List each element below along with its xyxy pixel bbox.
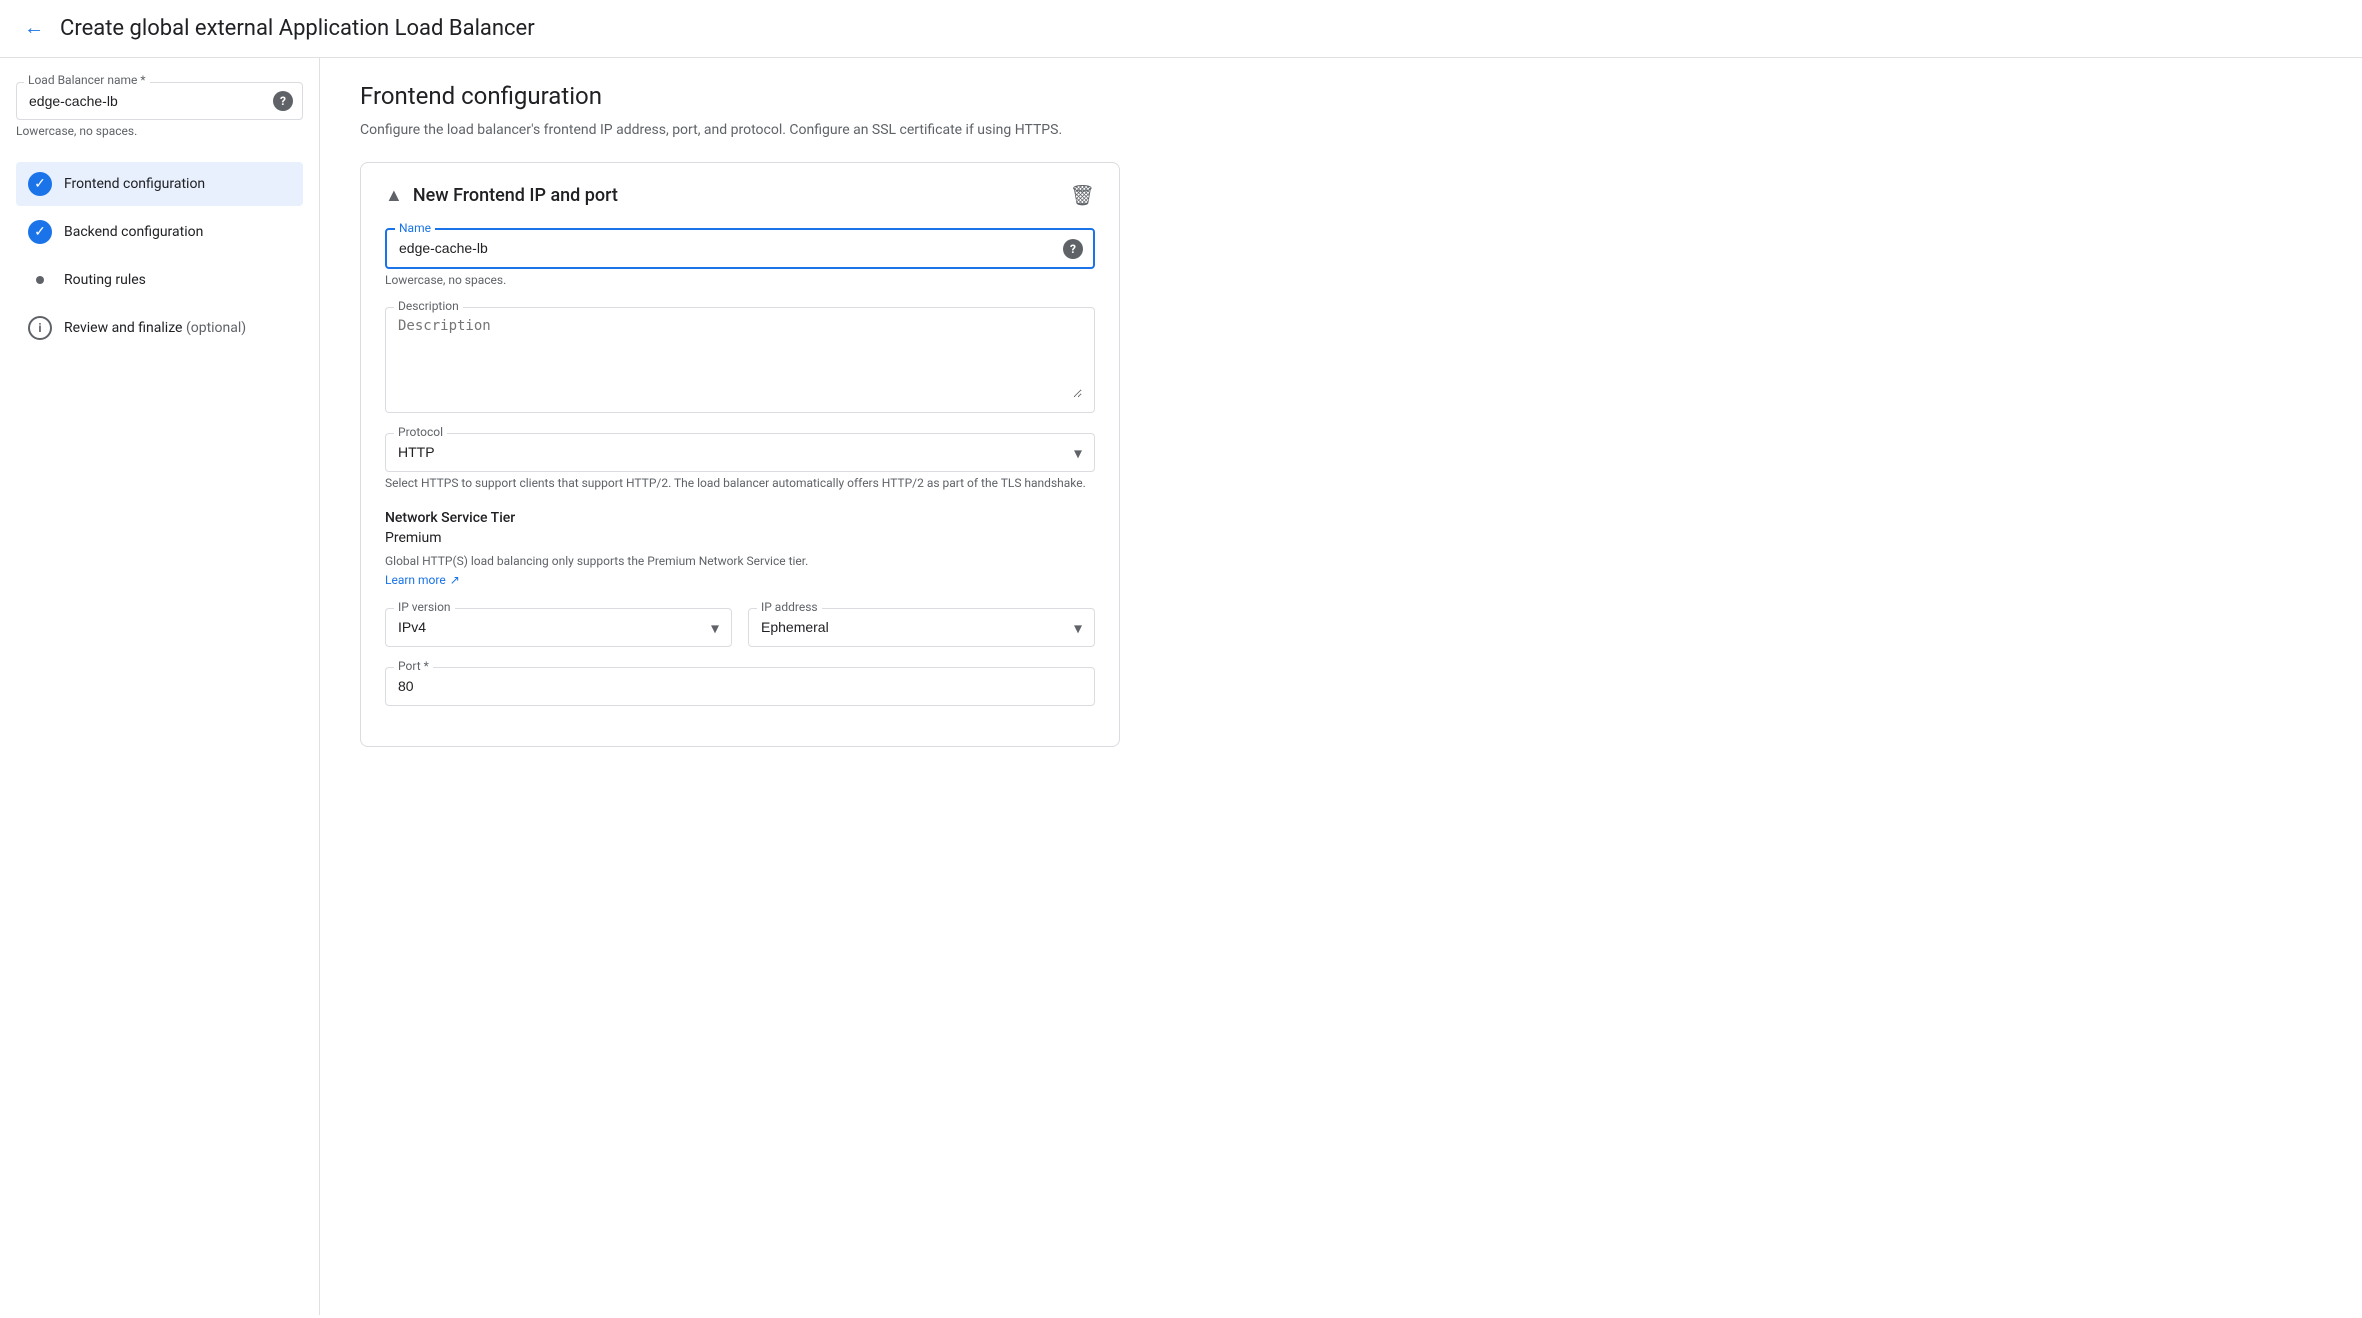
routing-dot-icon xyxy=(28,268,52,292)
name-help-icon[interactable]: ? xyxy=(1063,239,1083,259)
learn-more-link[interactable]: Learn more ↗ xyxy=(385,573,460,587)
description-label: Description xyxy=(394,299,463,313)
name-hint: Lowercase, no spaces. xyxy=(385,273,1095,287)
frontend-label: Frontend configuration xyxy=(64,176,205,192)
protocol-select-wrapper: Protocol HTTP HTTPS ▾ xyxy=(385,433,1095,472)
ip-address-chevron-icon: ▾ xyxy=(1074,618,1082,637)
lb-name-help-icon[interactable]: ? xyxy=(273,91,293,111)
port-field-wrapper: Port * xyxy=(385,667,1095,706)
ip-version-select[interactable]: IPv4 IPv6 xyxy=(398,619,691,635)
lb-name-input[interactable] xyxy=(29,93,262,109)
port-input-wrapper: Port * xyxy=(385,667,1095,706)
ip-address-label: IP address xyxy=(757,600,822,614)
ip-version-chevron-icon: ▾ xyxy=(711,618,719,637)
learn-more-text: Learn more xyxy=(385,573,446,587)
name-field-label: Name xyxy=(395,221,435,235)
review-info-icon: i xyxy=(28,316,52,340)
protocol-field-wrapper: Protocol HTTP HTTPS ▾ Select HTTPS to su… xyxy=(385,433,1095,490)
content-area: Frontend configuration Configure the loa… xyxy=(320,58,2362,1315)
ip-version-label: IP version xyxy=(394,600,455,614)
protocol-label: Protocol xyxy=(394,425,447,439)
section-title: Frontend configuration xyxy=(360,82,2322,110)
port-input[interactable] xyxy=(398,678,1082,694)
network-tier-desc: Global HTTP(S) load balancing only suppo… xyxy=(385,554,1095,568)
page-header: ← Create global external Application Loa… xyxy=(0,0,2362,58)
ip-address-select[interactable]: Ephemeral xyxy=(761,619,1054,635)
name-field-wrapper: Name ? Lowercase, no spaces. xyxy=(385,228,1095,287)
backend-label: Backend configuration xyxy=(64,224,203,240)
network-tier-section: Network Service Tier Premium Global HTTP… xyxy=(385,510,1095,588)
backend-check-icon: ✓ xyxy=(28,220,52,244)
lb-name-section: Load Balancer name * ? Lowercase, no spa… xyxy=(16,82,303,138)
description-textarea-wrapper: Description xyxy=(385,307,1095,413)
sidebar-nav: ✓ Frontend configuration ✓ Backend confi… xyxy=(16,162,303,350)
frontend-card: ▲ New Frontend IP and port 🗑 Name ? Lowe… xyxy=(360,162,1120,747)
ip-version-field-wrapper: IP version IPv4 IPv6 ▾ xyxy=(385,608,732,647)
collapse-button[interactable]: ▲ xyxy=(385,185,403,206)
protocol-hint: Select HTTPS to support clients that sup… xyxy=(385,476,1095,490)
description-field-wrapper: Description xyxy=(385,307,1095,413)
back-button[interactable]: ← xyxy=(24,17,44,40)
port-label: Port * xyxy=(394,659,433,673)
card-title: New Frontend IP and port xyxy=(413,185,618,206)
sidebar-item-routing[interactable]: Routing rules xyxy=(16,258,303,302)
sidebar-item-frontend[interactable]: ✓ Frontend configuration xyxy=(16,162,303,206)
lb-name-label: Load Balancer name * xyxy=(24,73,150,87)
card-header-left: ▲ New Frontend IP and port xyxy=(385,185,618,206)
ip-version-select-wrapper: IP version IPv4 IPv6 ▾ xyxy=(385,608,732,647)
lb-name-input-box[interactable]: ? xyxy=(16,82,303,120)
name-input-wrapper: Name ? xyxy=(385,228,1095,269)
ip-row: IP version IPv4 IPv6 ▾ IP address Epheme… xyxy=(385,608,1095,647)
review-optional: (optional) xyxy=(186,320,246,336)
protocol-chevron-icon: ▾ xyxy=(1074,443,1082,462)
sidebar: Load Balancer name * ? Lowercase, no spa… xyxy=(0,58,320,1315)
section-description: Configure the load balancer's frontend I… xyxy=(360,122,2322,138)
description-textarea[interactable] xyxy=(398,318,1082,398)
protocol-select[interactable]: HTTP HTTPS xyxy=(398,444,1054,460)
card-header: ▲ New Frontend IP and port 🗑 xyxy=(385,183,1095,208)
lb-name-input-wrapper: Load Balancer name * ? xyxy=(16,82,303,120)
main-layout: Load Balancer name * ? Lowercase, no spa… xyxy=(0,58,2362,1315)
ip-address-select-wrapper: IP address Ephemeral ▾ xyxy=(748,608,1095,647)
frontend-check-icon: ✓ xyxy=(28,172,52,196)
name-input[interactable] xyxy=(399,240,1053,256)
sidebar-item-backend[interactable]: ✓ Backend configuration xyxy=(16,210,303,254)
learn-more-external-icon: ↗ xyxy=(450,573,460,587)
sidebar-item-review[interactable]: i Review and finalize (optional) xyxy=(16,306,303,350)
network-tier-label: Network Service Tier xyxy=(385,510,1095,526)
review-label: Review and finalize (optional) xyxy=(64,320,246,336)
delete-button[interactable]: 🗑 xyxy=(1070,183,1095,208)
network-tier-value: Premium xyxy=(385,530,1095,546)
page-title: Create global external Application Load … xyxy=(60,16,535,41)
lb-name-hint: Lowercase, no spaces. xyxy=(16,124,303,138)
back-icon: ← xyxy=(24,17,44,40)
routing-label: Routing rules xyxy=(64,272,146,288)
ip-address-field-wrapper: IP address Ephemeral ▾ xyxy=(748,608,1095,647)
